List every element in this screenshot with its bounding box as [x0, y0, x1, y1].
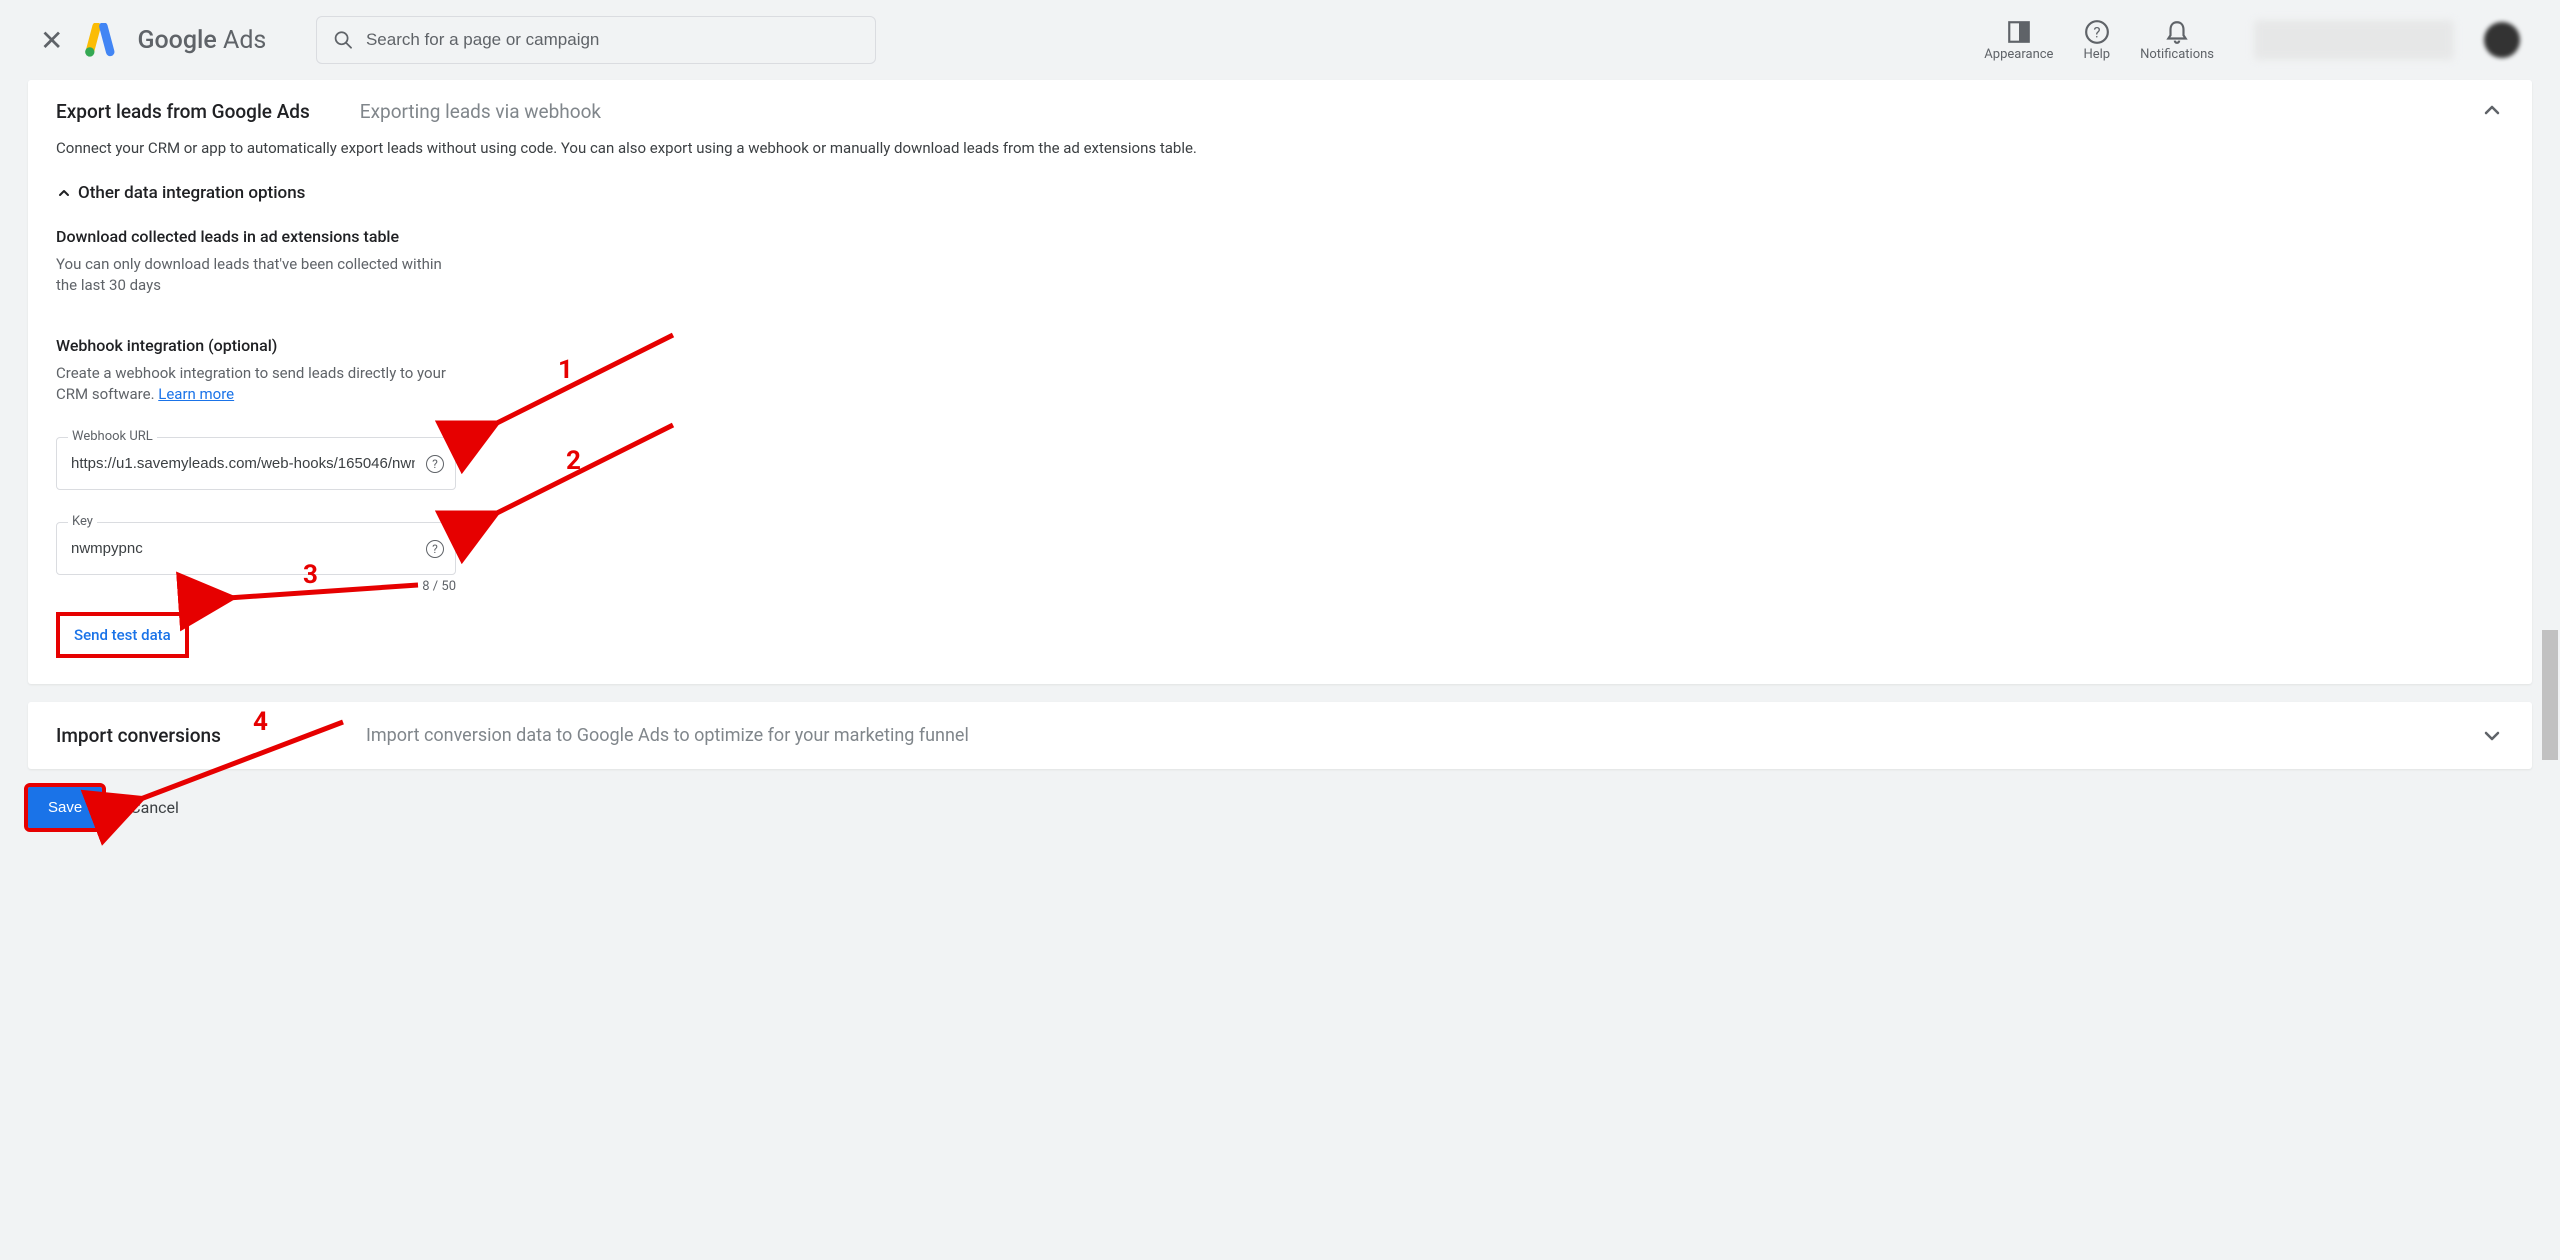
search-box[interactable] [316, 16, 876, 64]
webhook-url-input[interactable] [71, 455, 415, 472]
notifications-label: Notifications [2140, 47, 2214, 62]
help-label: Help [2083, 47, 2110, 62]
help-icon: ? [2084, 19, 2110, 45]
google-ads-logo-icon [83, 23, 117, 57]
appearance-label: Appearance [1984, 47, 2053, 62]
webhook-url-label: Webhook URL [68, 429, 157, 444]
bell-icon [2164, 19, 2190, 45]
close-icon[interactable]: ✕ [40, 24, 63, 57]
help-icon[interactable]: ? [426, 540, 444, 558]
svg-text:?: ? [2093, 23, 2100, 41]
download-description: You can only download leads that've been… [56, 254, 456, 296]
appearance-icon [2006, 19, 2032, 45]
panel-subtitle: Exporting leads via webhook [360, 100, 601, 123]
search-icon [333, 29, 354, 51]
arrow-3-icon [218, 580, 428, 610]
chevron-up-icon [56, 185, 72, 201]
topbar-icons: Appearance ? Help Notifications [1984, 19, 2214, 62]
learn-more-link[interactable]: Learn more [158, 385, 234, 403]
webhook-description: Create a webhook integration to send lea… [56, 363, 456, 405]
account-info-blurred [2254, 20, 2454, 60]
arrow-4-icon [123, 722, 353, 812]
webhook-url-field: Webhook URL ? [56, 437, 456, 490]
panel-header: Export leads from Google Ads Exporting l… [56, 100, 2504, 123]
panel-title: Export leads from Google Ads [56, 100, 310, 123]
notifications-button[interactable]: Notifications [2140, 19, 2214, 62]
panel-description: Connect your CRM or app to automatically… [56, 139, 2504, 157]
arrow-1-icon [483, 335, 683, 435]
save-button[interactable]: Save [28, 787, 102, 828]
key-label: Key [68, 514, 97, 529]
download-heading: Download collected leads in ad extension… [56, 227, 2504, 246]
other-options-toggle[interactable]: Other data integration options [56, 183, 2504, 203]
help-button[interactable]: ? Help [2083, 19, 2110, 62]
search-input[interactable] [366, 30, 859, 50]
arrow-2-icon [483, 425, 683, 525]
appearance-button[interactable]: Appearance [1984, 19, 2053, 62]
webhook-heading: Webhook integration (optional) [56, 336, 2504, 355]
search-wrap [316, 16, 876, 64]
send-test-data-button[interactable]: Send test data [56, 612, 189, 658]
export-leads-panel: Export leads from Google Ads Exporting l… [28, 80, 2532, 684]
chevron-down-icon[interactable] [2480, 724, 2504, 748]
import-conversions-panel[interactable]: Import conversions Import conversion dat… [28, 702, 2532, 769]
key-field: Key ? [56, 522, 456, 575]
help-icon[interactable]: ? [426, 455, 444, 473]
avatar[interactable] [2484, 22, 2520, 58]
key-input[interactable] [71, 540, 415, 557]
import-description: Import conversion data to Google Ads to … [366, 725, 969, 746]
actions-row: Save Cancel 4 [28, 787, 2532, 828]
chevron-up-icon[interactable] [2480, 98, 2504, 122]
scrollbar[interactable] [2542, 630, 2558, 760]
logo-text: Google Ads [137, 26, 266, 55]
other-options-label: Other data integration options [78, 183, 305, 203]
topbar: ✕ Google Ads Appearance ? Help Notificat… [0, 0, 2560, 80]
